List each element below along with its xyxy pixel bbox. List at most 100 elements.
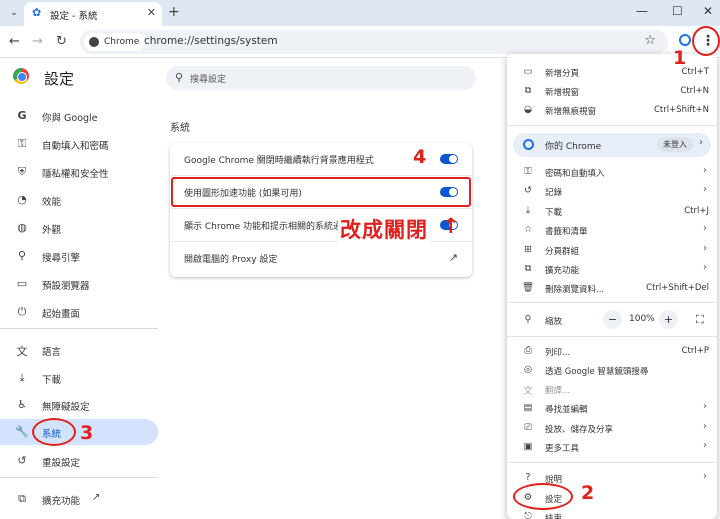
translate-icon: 文 [16,345,28,358]
sidebar-item-label: 隱私權和安全性 [42,169,109,180]
url-text[interactable]: chrome://settings/system [144,35,278,47]
sidebar-item-label: 你與 Google [42,113,98,124]
sidebar-item-label: 外觀 [42,225,62,236]
power-icon: ⏻ [17,305,27,318]
zoom-in-button[interactable]: + [659,310,678,329]
menu-item-clear-data[interactable]: 🗑 刪除瀏覽資料... Ctrl+Shift+Del [507,278,717,297]
menu-item-label: 縮放 [545,317,563,327]
annotation-step-2: 2 [581,482,595,504]
tab-settings[interactable]: ✿ 設定 - 系統 ✕ [24,2,162,26]
sidebar-item-appearance[interactable]: ◍ 外觀 [0,215,158,241]
sidebar-item-label: 下載 [42,375,62,386]
setting-label: 開啟電腦的 Proxy 設定 [184,255,278,265]
chevron-right-icon: › [703,223,707,234]
sidebar-item-languages[interactable]: 文 語言 [0,337,158,363]
shield-icon: ⛨ [17,165,27,178]
sidebar-item-privacy[interactable]: ⛨ 隱私權和安全性 [0,159,158,185]
annotation-circle-menu [692,26,720,56]
extension-icon: ⧉ [524,263,532,274]
translate-icon: 文 [523,386,533,397]
site-chip[interactable]: Chrome [84,33,146,51]
google-icon: G [17,109,27,122]
annotation-step-3: 3 [80,422,94,444]
profile-icon[interactable] [679,34,691,46]
menu-item-incognito[interactable]: ◒ 新增無痕視窗 Ctrl+Shift+N [507,100,717,119]
forward-icon[interactable]: → [32,34,43,49]
menu-item-cast-save-share[interactable]: ⎚ 投放、儲存及分享 › [507,418,717,437]
sidebar-item-system[interactable]: 🔧 系統 [0,419,158,445]
download-icon: ⤓ [525,205,531,216]
menu-item-label: 記錄 [545,188,563,198]
menu-item-label: 列印... [545,348,571,358]
setting-row-proxy[interactable]: 開啟電腦的 Proxy 設定 ↗ [170,242,472,277]
sidebar-item-search-engine[interactable]: ⚲ 搜尋引擎 [0,243,158,269]
menu-item-more-tools[interactable]: ▣ 更多工具 › [507,437,717,456]
menu-divider [507,462,717,463]
sidebar-item-on-startup[interactable]: ⏻ 起始畫面 [0,299,158,325]
new-window-icon: ⧉ [524,85,532,96]
new-tab-button[interactable]: + [168,4,180,20]
sidebar-item-label: 語言 [42,347,62,358]
address-bar[interactable]: Chrome chrome://settings/system ☆ [80,30,668,54]
trash-icon: 🗑 [522,282,535,293]
sidebar-item-autofill[interactable]: ⚿ 自動填入和密碼 [0,131,158,157]
external-link-icon: ↗ [92,492,101,503]
key-icon: ⚿ [17,137,27,150]
external-link-icon[interactable]: ↗ [449,251,458,264]
sidebar-item-you-and-google[interactable]: G 你與 Google [0,103,158,129]
maximize-button[interactable]: ☐ [672,4,683,18]
speedometer-icon: ◔ [17,193,27,206]
sidebar-item-default-browser[interactable]: ▭ 預設瀏覽器 [0,271,158,297]
sidebar-item-reset[interactable]: ↺ 重設設定 [0,448,158,474]
menu-item-translate[interactable]: 文 翻譯... [507,379,717,398]
minimize-button[interactable]: — [636,4,648,18]
menu-item-label: 新增分頁 [545,69,580,79]
annotation-circle-system [32,418,76,446]
search-input[interactable]: ⚲ 搜尋設定 [166,66,476,90]
menu-item-new-window[interactable]: ⧉ 新增視窗 Ctrl+N [507,81,717,100]
menu-divider [507,302,717,303]
back-icon[interactable]: ← [9,34,20,49]
close-window-button[interactable]: ✕ [703,4,713,18]
reload-icon[interactable]: ↻ [56,34,67,49]
menu-item-downloads[interactable]: ⤓ 下載 Ctrl+J [507,201,717,220]
menu-item-your-chrome[interactable]: 你的 Chrome 未登入 › [513,133,711,157]
chrome-logo [13,68,29,84]
menu-item-label: 下載 [545,208,563,218]
close-tab-icon[interactable]: ✕ [147,6,156,19]
chrome-menu: ▭ 新增分頁 Ctrl+T ⧉ 新增視窗 Ctrl+N ◒ 新增無痕視窗 Ctr… [507,54,717,519]
menu-item-print[interactable]: ⎙ 列印... Ctrl+P [507,341,717,360]
chrome-icon [89,37,99,47]
menu-item-passwords[interactable]: ⚿ 密碼和自動填入 › [507,162,717,181]
sidebar-item-label: 起始畫面 [42,309,81,320]
setting-label: Google Chrome 關閉時繼續執行背景應用程式 [184,156,374,166]
annotation-arrow: ↑ [442,214,460,238]
menu-item-google-lens[interactable]: ◎ 透過 Google 智慧鏡頭搜尋 [507,360,717,379]
chevron-right-icon: › [703,165,707,176]
setting-row-background-apps[interactable]: Google Chrome 關閉時繼續執行背景應用程式 [170,143,472,176]
menu-shortcut: Ctrl+Shift+N [653,105,709,115]
star-icon[interactable]: ☆ [644,33,656,48]
menu-item-history[interactable]: ↺ 記錄 › [507,181,717,200]
sidebar-item-extensions[interactable]: ⧉ 擴充功能 ↗ [0,486,158,512]
chevron-right-icon: › [703,243,707,254]
incognito-icon: ◒ [523,104,533,115]
background-apps-toggle[interactable] [440,154,458,164]
menu-item-find-edit[interactable]: ▤ 尋找並編輯 › [507,398,717,417]
menu-item-bookmarks[interactable]: ☆ 書籤和清單 › [507,220,717,239]
chevron-down-icon[interactable]: ⌄ [6,5,22,21]
menu-item-extensions[interactable]: ⧉ 擴充功能 › [507,259,717,278]
sidebar-item-label: 搜尋引擎 [42,253,81,264]
sidebar-item-downloads[interactable]: ⤓ 下載 [0,365,158,391]
sidebar-item-label: 預設瀏覽器 [42,281,90,292]
menu-item-tab-groups[interactable]: ⊞ 分頁群組 › [507,240,717,259]
search-placeholder: 搜尋設定 [190,75,227,85]
cast-icon: ⎚ [524,422,532,433]
fullscreen-icon[interactable]: ⛶ [696,313,704,327]
sidebar-item-performance[interactable]: ◔ 效能 [0,187,158,213]
menu-item-label: 書籤和清單 [545,227,588,237]
menu-item-label: 你的 Chrome [545,142,602,152]
zoom-out-button[interactable]: − [603,310,622,329]
sidebar-item-accessibility[interactable]: ♿ 無障礙設定 [0,392,158,418]
menu-divider [507,336,717,337]
